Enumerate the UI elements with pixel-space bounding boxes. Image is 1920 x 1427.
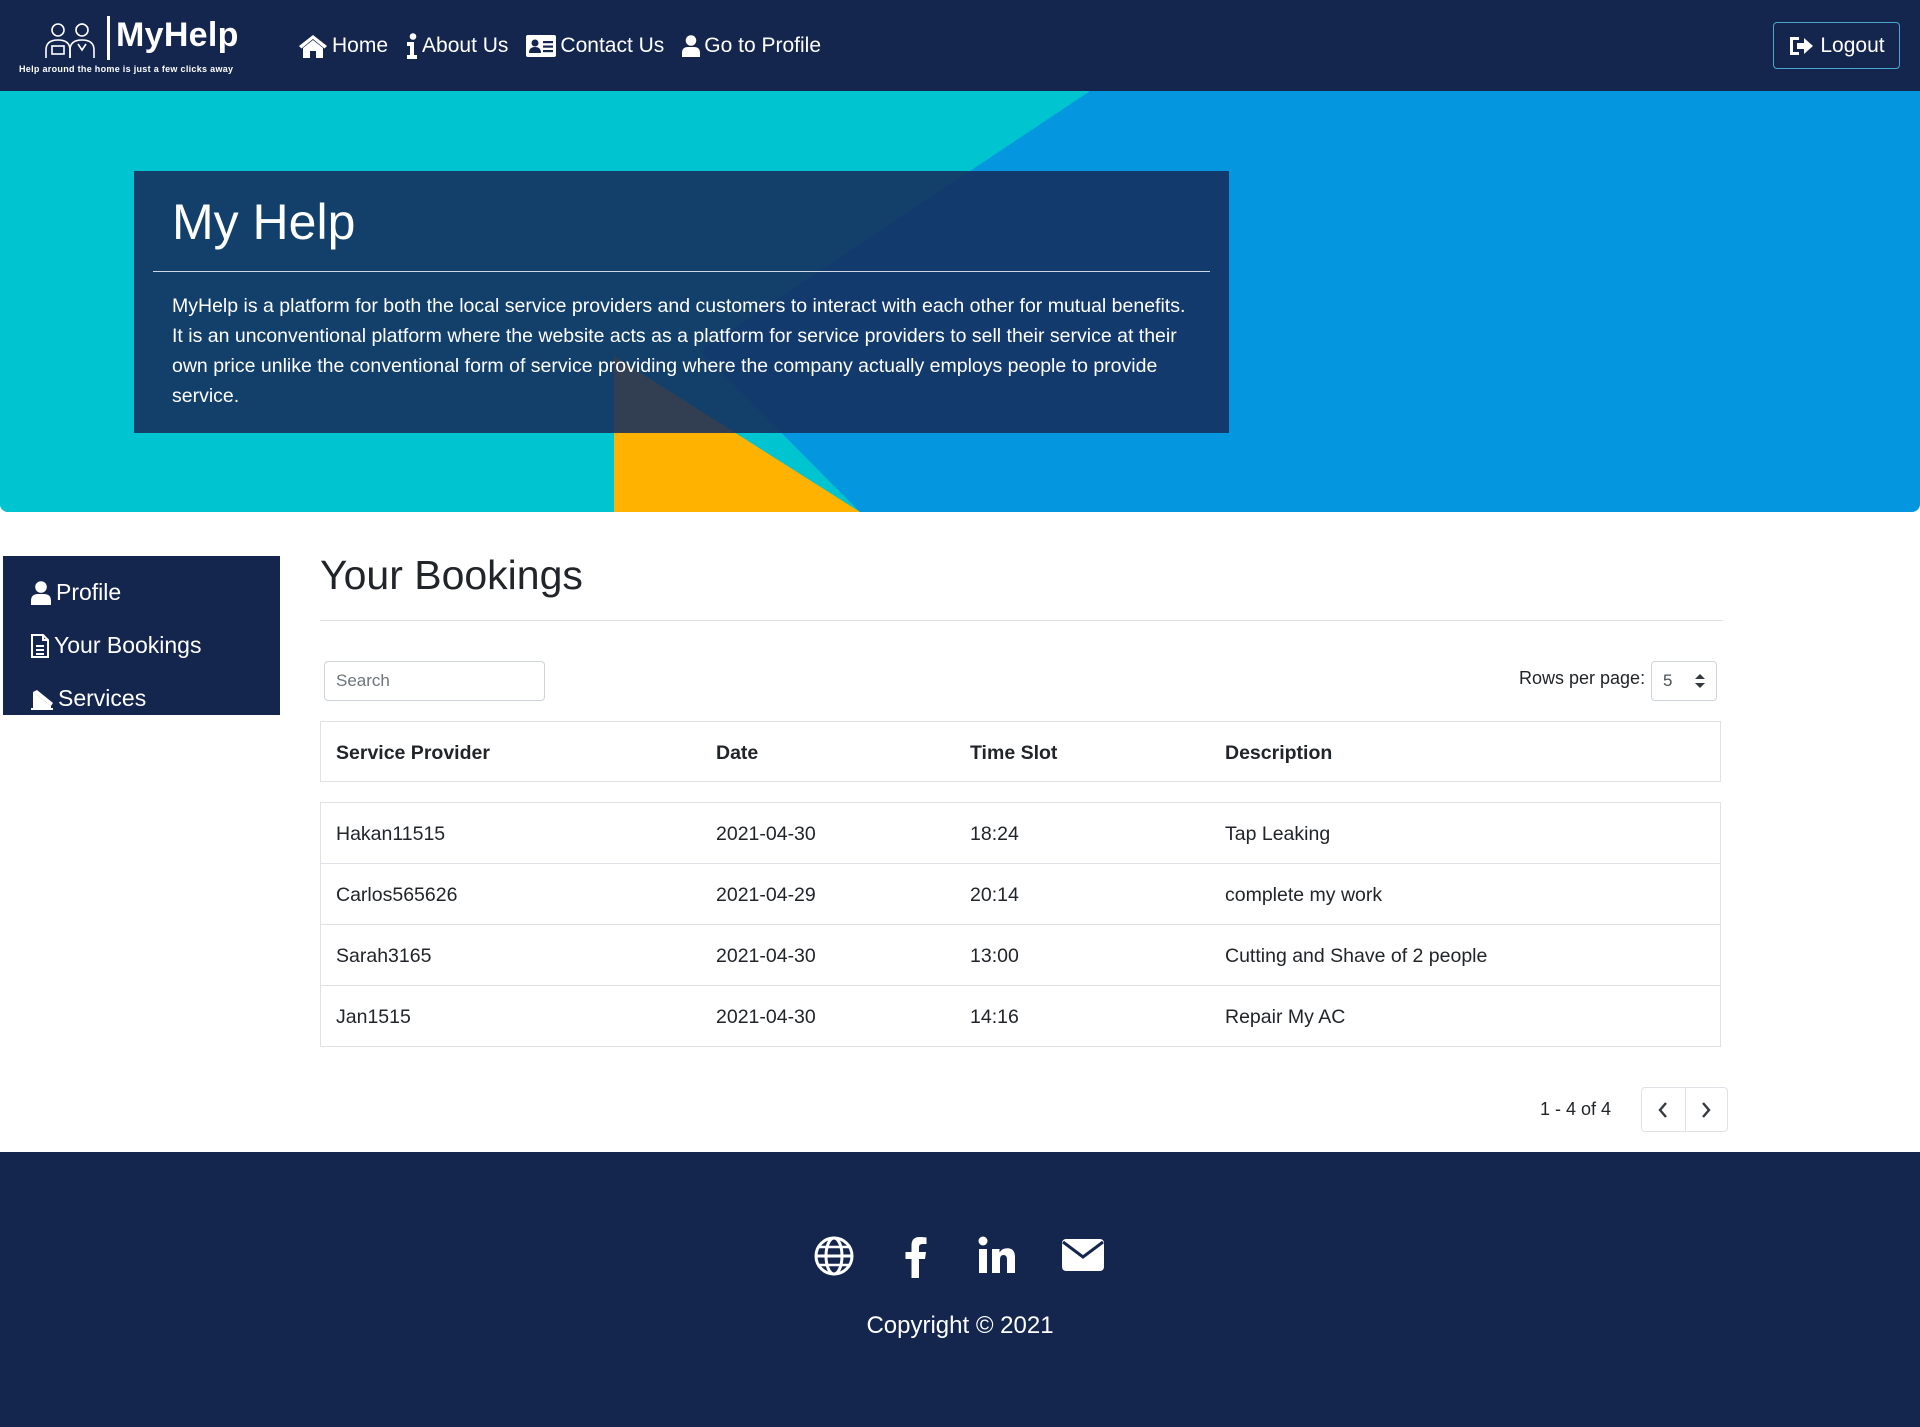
cell-time-slot: 18:24 xyxy=(970,823,1019,845)
next-page-button[interactable] xyxy=(1684,1088,1728,1131)
nav-about-label: About Us xyxy=(422,34,509,57)
globe-icon[interactable] xyxy=(814,1236,854,1276)
column-header-time-slot[interactable]: Time Slot xyxy=(970,742,1057,765)
home-icon xyxy=(298,34,328,58)
sidebar: Profile Your Bookings Services xyxy=(3,556,280,715)
nav-about[interactable]: About Us xyxy=(406,33,508,59)
cell-date: 2021-04-29 xyxy=(716,884,816,906)
pagination-info: 1 - 4 of 4 xyxy=(1540,1099,1612,1119)
chevron-right-icon xyxy=(1701,1101,1711,1118)
logout-button[interactable]: Logout xyxy=(1773,22,1900,69)
facebook-icon[interactable] xyxy=(904,1236,928,1278)
social-links xyxy=(812,1236,1112,1284)
title-divider xyxy=(320,620,1723,621)
cell-service-provider: Carlos565626 xyxy=(336,884,458,906)
linkedin-icon[interactable] xyxy=(978,1236,1016,1274)
cell-description: complete my work xyxy=(1225,884,1383,906)
user-icon xyxy=(31,580,51,605)
brand-divider xyxy=(107,16,110,60)
hero-card: My Help MyHelp is a platform for both th… xyxy=(134,171,1229,433)
column-header-date[interactable]: Date xyxy=(716,742,758,765)
envelope-icon[interactable] xyxy=(1062,1239,1104,1271)
cell-description: Tap Leaking xyxy=(1225,823,1331,845)
helpers-logo-icon xyxy=(44,20,96,60)
nav-profile-label: Go to Profile xyxy=(704,34,822,57)
sidebar-item-label: Your Bookings xyxy=(54,632,202,658)
copyright-text: Copyright © 2021 xyxy=(866,1312,1054,1339)
sidebar-item-label: Services xyxy=(58,685,147,711)
cell-service-provider: Hakan11515 xyxy=(336,823,446,845)
cell-time-slot: 14:16 xyxy=(970,1006,1019,1028)
file-icon xyxy=(31,633,49,658)
cell-date: 2021-04-30 xyxy=(716,823,816,845)
cell-service-provider: Jan1515 xyxy=(336,1006,411,1028)
nav-profile[interactable]: Go to Profile xyxy=(682,34,821,58)
sign-out-icon xyxy=(1788,35,1814,57)
brand-tagline: Help around the home is just a few click… xyxy=(19,64,234,74)
nav-contact[interactable]: Contact Us xyxy=(526,34,664,58)
rows-per-page-select[interactable]: 5 xyxy=(1651,661,1717,701)
top-navbar: MyHelp Help around the home is just a fe… xyxy=(0,0,1920,91)
cell-time-slot: 20:14 xyxy=(970,884,1019,906)
services-icon xyxy=(31,688,53,710)
hero-description: MyHelp is a platform for both the local … xyxy=(172,295,1186,407)
table-row[interactable]: Sarah3165 2021-04-30 13:00 Cutting and S… xyxy=(321,925,1720,986)
sidebar-item-services[interactable]: Services xyxy=(3,672,280,725)
table-header: Service Provider Date Time Slot Descript… xyxy=(320,721,1721,782)
cell-date: 2021-04-30 xyxy=(716,1006,816,1028)
pagination-controls xyxy=(1641,1087,1728,1132)
sidebar-item-bookings[interactable]: Your Bookings xyxy=(3,619,280,672)
cell-date: 2021-04-30 xyxy=(716,945,816,967)
sort-caret-icon xyxy=(1695,674,1705,688)
sidebar-item-label: Profile xyxy=(56,579,122,605)
footer: Copyright © 2021 xyxy=(0,1152,1920,1427)
column-header-service-provider[interactable]: Service Provider xyxy=(336,742,490,765)
brand[interactable]: MyHelp Help around the home is just a fe… xyxy=(18,14,278,78)
hero-divider xyxy=(153,271,1210,272)
prev-page-button[interactable] xyxy=(1642,1088,1685,1131)
table-row[interactable]: Hakan11515 2021-04-30 18:24 Tap Leaking xyxy=(321,803,1720,864)
nav-home-label: Home xyxy=(332,34,389,57)
column-header-description[interactable]: Description xyxy=(1225,742,1332,765)
cell-description: Repair My AC xyxy=(1225,1006,1346,1028)
hero-banner: My Help MyHelp is a platform for both th… xyxy=(0,91,1920,512)
table-row[interactable]: Jan1515 2021-04-30 14:16 Repair My AC xyxy=(321,986,1720,1047)
page-title: Your Bookings xyxy=(320,552,583,598)
chevron-left-icon xyxy=(1658,1101,1668,1118)
hero-title: My Help xyxy=(172,194,356,250)
rows-per-page-value: 5 xyxy=(1663,671,1673,690)
nav-links: Home About Us Contact Us Go to Profile xyxy=(298,30,839,62)
cell-service-provider: Sarah3165 xyxy=(336,945,432,967)
table-row[interactable]: Carlos565626 2021-04-29 20:14 complete m… xyxy=(321,864,1720,925)
cell-time-slot: 13:00 xyxy=(970,945,1019,967)
info-icon xyxy=(406,33,418,59)
cell-description: Cutting and Shave of 2 people xyxy=(1225,945,1488,967)
logout-label: Logout xyxy=(1820,33,1885,57)
brand-name: MyHelp xyxy=(116,16,239,54)
search-input[interactable] xyxy=(324,661,545,701)
sidebar-item-profile[interactable]: Profile xyxy=(3,566,280,619)
id-card-icon xyxy=(526,34,557,58)
nav-contact-label: Contact Us xyxy=(560,34,665,57)
rows-per-page-label: Rows per page: xyxy=(1519,668,1646,688)
table-body: Hakan11515 2021-04-30 18:24 Tap Leaking … xyxy=(320,802,1721,1047)
nav-home[interactable]: Home xyxy=(298,34,388,58)
user-icon xyxy=(682,35,701,57)
